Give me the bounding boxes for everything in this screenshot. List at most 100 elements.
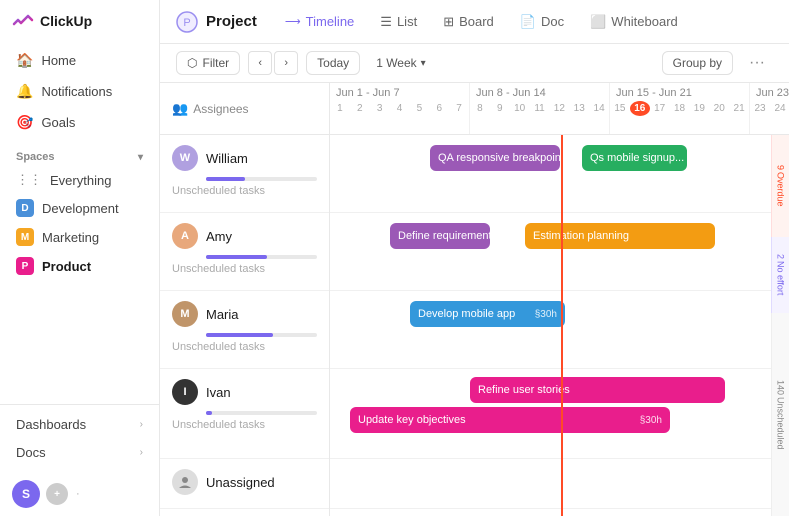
tab-timeline-label: Timeline bbox=[306, 14, 355, 29]
bar-label: Define requirements bbox=[398, 230, 490, 242]
app-logo[interactable]: ClickUp bbox=[0, 0, 159, 42]
sidebar-item-docs[interactable]: Docs › bbox=[8, 439, 151, 466]
assignee-row-ivan: I Ivan Unscheduled tasks bbox=[160, 369, 329, 459]
assignees-col-label: Assignees bbox=[193, 102, 248, 116]
main-nav: 🏠 Home 🔔 Notifications 🎯 Goals bbox=[0, 42, 159, 141]
bar-develop-mobile[interactable]: Develop mobile app §30h bbox=[410, 301, 565, 327]
week-jun1-label: Jun 1 - Jun 7 bbox=[330, 83, 469, 101]
bell-icon: 🔔 bbox=[16, 83, 33, 100]
tab-board-label: Board bbox=[459, 14, 494, 29]
bar-hours: §30h bbox=[529, 309, 557, 320]
prev-arrow-button[interactable]: ‹ bbox=[248, 51, 272, 75]
tab-doc-label: Doc bbox=[541, 14, 564, 29]
project-title: Project bbox=[206, 13, 257, 30]
docs-label: Docs bbox=[16, 445, 46, 460]
product-label: Product bbox=[42, 259, 91, 274]
clickup-logo-icon bbox=[12, 10, 34, 32]
bar-estimation[interactable]: Estimation planning bbox=[525, 223, 715, 249]
goals-label: Goals bbox=[41, 115, 75, 130]
week-selector[interactable]: 1 Week ▾ bbox=[368, 52, 434, 74]
bar-label: Estimation planning bbox=[533, 230, 629, 242]
assignee-row-william: W William Unscheduled tasks bbox=[160, 135, 329, 213]
bar-mobile-signup[interactable]: Qs mobile signup... ● bbox=[582, 145, 687, 171]
sidebar-item-goals[interactable]: 🎯 Goals bbox=[8, 108, 151, 137]
top-header: P Project ⟶ Timeline ☰ List ⊞ Board 📄 Do… bbox=[160, 0, 789, 44]
group-by-label: Group by bbox=[673, 56, 722, 70]
tab-whiteboard[interactable]: ⬜ Whiteboard bbox=[578, 8, 690, 36]
week-jun8-label: Jun 8 - Jun 14 bbox=[470, 83, 609, 101]
timeline-row-ivan: Refine user stories Update key objective… bbox=[330, 369, 789, 459]
week-label: 1 Week bbox=[376, 56, 416, 70]
right-label-noeffort: 2 No effort bbox=[771, 237, 789, 313]
avatar-maria: M bbox=[172, 301, 198, 327]
week-jun15-label: Jun 15 - Jun 21 bbox=[610, 83, 749, 101]
development-label: Development bbox=[42, 201, 119, 216]
marketing-label: Marketing bbox=[42, 230, 99, 245]
sidebar-item-product[interactable]: P Product bbox=[8, 252, 151, 280]
user-icon bbox=[178, 475, 192, 489]
sidebar-item-marketing[interactable]: M Marketing bbox=[8, 223, 151, 251]
right-labels-strip: 9 Overdue 2 No effort 140 Unscheduled bbox=[771, 83, 789, 516]
bar-refine-stories[interactable]: Refine user stories bbox=[470, 377, 725, 403]
assignee-row-maria: M Maria Unscheduled tasks bbox=[160, 291, 329, 369]
tab-doc[interactable]: 📄 Doc bbox=[508, 8, 576, 36]
today-button[interactable]: Today bbox=[306, 51, 360, 75]
bar-define-req[interactable]: Define requirements bbox=[390, 223, 490, 249]
tab-list-label: List bbox=[397, 14, 417, 29]
assignee-row-amy: A Amy Unscheduled tasks bbox=[160, 213, 329, 291]
chevron-down-icon[interactable]: ▾ bbox=[138, 152, 143, 163]
home-label: Home bbox=[41, 53, 76, 68]
timeline-grid: Jun 1 - Jun 7 1 2 3 4 5 6 7 Jun 8 - Jun … bbox=[330, 83, 789, 516]
right-label-overdue: 9 Overdue bbox=[771, 135, 789, 237]
tab-whiteboard-label: Whiteboard bbox=[611, 14, 677, 29]
assignee-name-amy: Amy bbox=[206, 229, 232, 244]
date-header: Jun 1 - Jun 7 1 2 3 4 5 6 7 Jun 8 - Jun … bbox=[330, 83, 789, 135]
chevron-down-week-icon: ▾ bbox=[421, 58, 426, 69]
sidebar-item-dashboards[interactable]: Dashboards › bbox=[8, 411, 151, 438]
assignees-column: 👥 Assignees W William Unscheduled tasks bbox=[160, 83, 330, 516]
bar-label: QA responsive breakpoints bbox=[438, 152, 560, 164]
bar-label: Update key objectives bbox=[358, 414, 466, 426]
app-name: ClickUp bbox=[40, 13, 92, 29]
week-jun1-days: 1 2 3 4 5 6 7 bbox=[330, 101, 469, 116]
assignee-info-unassigned: Unassigned bbox=[160, 459, 329, 499]
assignee-info-amy: A Amy bbox=[160, 213, 329, 253]
everything-label: Everything bbox=[50, 173, 111, 188]
assignee-info-maria: M Maria bbox=[160, 291, 329, 331]
product-dot: P bbox=[16, 257, 34, 275]
next-arrow-button[interactable]: › bbox=[274, 51, 298, 75]
more-options-button[interactable]: ··· bbox=[741, 50, 773, 76]
bar-label: Refine user stories bbox=[478, 384, 570, 396]
svg-text:P: P bbox=[183, 17, 190, 29]
notifications-label: Notifications bbox=[41, 84, 112, 99]
today-line bbox=[561, 135, 563, 516]
sidebar-item-development[interactable]: D Development bbox=[8, 194, 151, 222]
bar-update-objectives[interactable]: Update key objectives §30h bbox=[350, 407, 670, 433]
filter-button[interactable]: ⬡ Filter bbox=[176, 51, 240, 75]
bar-qa-responsive[interactable]: QA responsive breakpoints §30h bbox=[430, 145, 560, 171]
marketing-dot: M bbox=[16, 228, 34, 246]
sidebar-item-home[interactable]: 🏠 Home bbox=[8, 46, 151, 75]
timeline-icon: ⟶ bbox=[285, 15, 301, 28]
tab-board[interactable]: ⊞ Board bbox=[431, 8, 506, 36]
spaces-label: Spaces bbox=[16, 151, 55, 163]
list-icon: ☰ bbox=[380, 14, 392, 30]
tab-timeline[interactable]: ⟶ Timeline bbox=[273, 8, 366, 35]
grid-icon: ⋮⋮ bbox=[16, 172, 42, 188]
nav-arrows: ‹ › bbox=[248, 51, 298, 75]
toolbar-right: Group by ··· bbox=[662, 50, 773, 76]
assignee-name-maria: Maria bbox=[206, 307, 239, 322]
sidebar-item-everything[interactable]: ⋮⋮ Everything bbox=[8, 167, 151, 193]
filter-icon: ⬡ bbox=[187, 56, 197, 70]
timeline-row-unassigned bbox=[330, 459, 789, 509]
rows-area: QA responsive breakpoints §30h Qs mobile… bbox=[330, 135, 789, 516]
timeline-row-maria: Develop mobile app §30h bbox=[330, 291, 789, 369]
user-area[interactable]: S + · bbox=[0, 472, 159, 516]
tab-list[interactable]: ☰ List bbox=[368, 8, 429, 36]
week-jun8: Jun 8 - Jun 14 8 9 10 11 12 13 14 bbox=[470, 83, 610, 134]
chevron-right-icon-docs: › bbox=[140, 447, 143, 458]
avatar-more: · bbox=[76, 488, 80, 500]
sidebar-item-notifications[interactable]: 🔔 Notifications bbox=[8, 77, 151, 106]
development-dot: D bbox=[16, 199, 34, 217]
group-by-button[interactable]: Group by bbox=[662, 51, 733, 75]
